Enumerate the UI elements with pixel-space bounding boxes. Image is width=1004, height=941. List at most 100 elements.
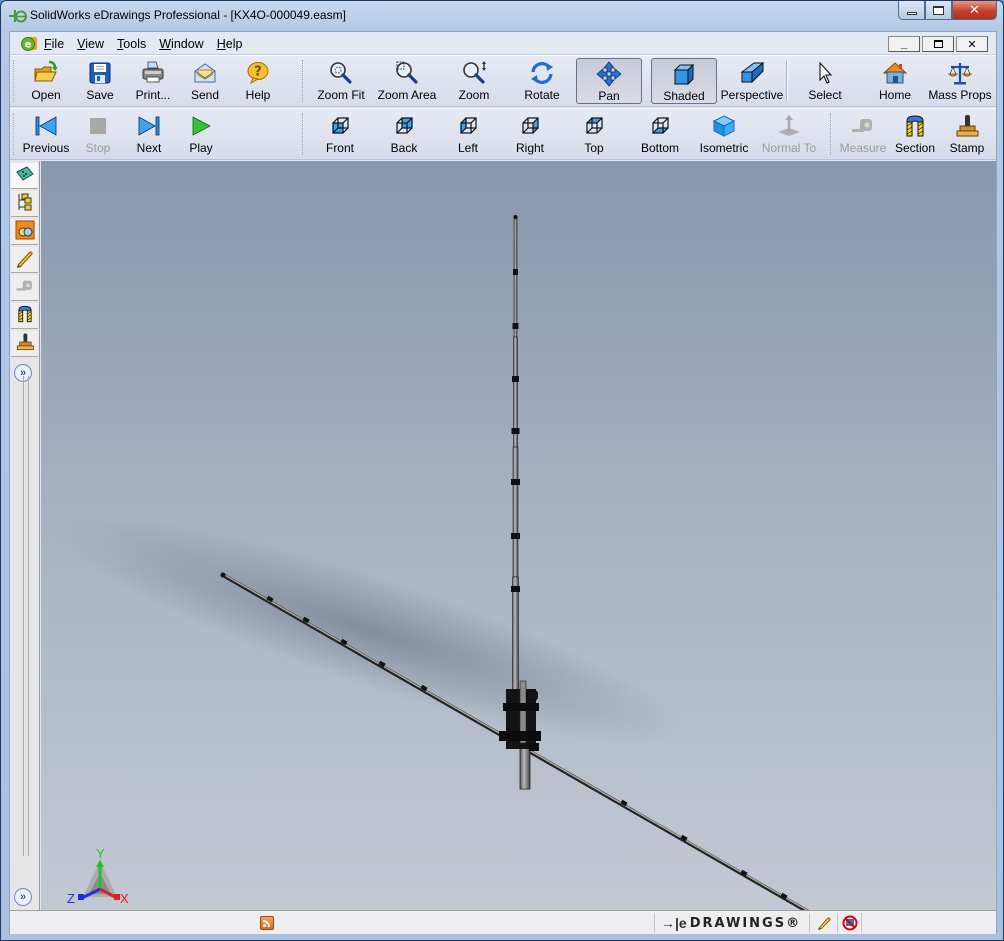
view-home-button[interactable]: Home: [867, 58, 923, 104]
toolbar-grip[interactable]: [302, 60, 305, 102]
toolbar-row-2: Previous Stop Next Play Front Back Left Rig…: [10, 108, 996, 160]
panel-tab-stamp[interactable]: [11, 331, 38, 357]
view-zoom-fit-button[interactable]: Zoom Fit: [310, 58, 372, 104]
tools-section-button[interactable]: Section: [890, 111, 940, 157]
file-open-button[interactable]: Open: [20, 58, 72, 104]
tool-label: Front: [325, 141, 354, 155]
file-print-button[interactable]: Print...: [128, 58, 178, 104]
view-zoom-button[interactable]: Zoom: [442, 58, 506, 104]
panel-tab-components-tree[interactable]: [11, 191, 38, 217]
play-icon: [188, 113, 214, 139]
doc-minimize-button[interactable]: _: [888, 36, 920, 52]
tool-label: Previous: [22, 141, 70, 155]
edrawings-logo-icon: [9, 10, 27, 23]
axis-triad: Y Z X: [67, 846, 129, 906]
panel-tab-section[interactable]: [11, 303, 38, 329]
select-cursor-icon: [812, 60, 838, 86]
previous-icon: [33, 113, 59, 139]
panel-tab-markup-pencil[interactable]: [11, 247, 38, 273]
panel-tab-model-tree[interactable]: [11, 163, 38, 189]
anim-previous-button[interactable]: Previous: [18, 111, 74, 157]
tool-label: Stamp: [949, 141, 985, 155]
view-pan-button[interactable]: Pan: [576, 58, 642, 104]
tool-label: Help: [245, 88, 271, 102]
view-isometric-icon: [711, 113, 737, 139]
orient-bottom-button[interactable]: Bottom: [630, 111, 690, 157]
tool-label: Bottom: [640, 141, 679, 155]
model-canvas[interactable]: Y Z X: [41, 161, 996, 911]
panel-splitter[interactable]: [23, 376, 29, 856]
view-front-icon: [327, 113, 353, 139]
menu-tools[interactable]: Tools: [117, 37, 154, 51]
anim-next-button[interactable]: Next: [124, 111, 174, 157]
stamp-icon: [15, 332, 35, 355]
view-rotate-button[interactable]: Rotate: [508, 58, 576, 104]
rss-feed-icon: [260, 916, 274, 930]
toolbar-grip[interactable]: [302, 113, 305, 155]
network-status-button[interactable]: [837, 913, 861, 933]
orient-back-button[interactable]: Back: [376, 111, 432, 157]
tool-label: Right: [515, 141, 544, 155]
view-shaded-button[interactable]: Shaded: [651, 58, 717, 104]
orient-left-button[interactable]: Left: [438, 111, 498, 157]
anim-play-button[interactable]: Play: [176, 111, 226, 157]
expand-panel-button-bottom[interactable]: »: [14, 888, 32, 906]
edrawings-arrow-icon: →|e: [661, 915, 687, 931]
menu-help[interactable]: Help: [217, 37, 251, 51]
menu-file[interactable]: File: [44, 37, 72, 51]
normal-to-icon: [776, 113, 802, 139]
file-send-button[interactable]: Send: [180, 58, 230, 104]
tool-label: Pan: [598, 89, 620, 103]
tools-stamp-button[interactable]: Stamp: [942, 111, 992, 157]
tool-label: Stop: [85, 141, 111, 155]
tool-label: Select: [808, 88, 842, 102]
orient-front-button[interactable]: Front: [310, 111, 370, 157]
close-icon: ✕: [969, 2, 980, 17]
view-zoom-area-button[interactable]: Zoom Area: [374, 58, 440, 104]
doc-restore-button[interactable]: [922, 36, 954, 52]
menu-view[interactable]: View: [77, 37, 112, 51]
window-close-button[interactable]: ✕: [952, 1, 997, 20]
window-maximize-button[interactable]: [925, 1, 952, 20]
panel-tab-configurations[interactable]: [11, 219, 38, 245]
orient-isometric-button[interactable]: Isometric: [696, 111, 752, 157]
view-select-button[interactable]: Select: [796, 58, 854, 104]
tool-label: Section: [894, 141, 936, 155]
title-bar[interactable]: SolidWorks eDrawings Professional - [KX4…: [1, 1, 1003, 31]
file-save-button[interactable]: Save: [76, 58, 124, 104]
toolbar-grip[interactable]: [830, 113, 833, 155]
svg-text:e: e: [25, 40, 32, 51]
tool-label: Measure: [839, 141, 887, 155]
toolbar-grip[interactable]: [13, 60, 16, 102]
panel-tab-measure-tape[interactable]: [11, 275, 38, 301]
orient-right-button[interactable]: Right: [500, 111, 560, 157]
toolbar-grip[interactable]: [13, 113, 16, 155]
rss-button[interactable]: [260, 913, 274, 933]
file-help-button[interactable]: ? Help: [232, 58, 284, 104]
window-title: SolidWorks eDrawings Professional - [KX4…: [30, 8, 346, 22]
doc-close-button[interactable]: ✕: [956, 36, 988, 52]
pan-icon: [596, 61, 622, 87]
anim-stop-button: Stop: [76, 111, 120, 157]
view-left-icon: [455, 113, 481, 139]
help-question-icon: ?: [245, 60, 271, 86]
view-right-icon: [517, 113, 543, 139]
app-window: SolidWorks eDrawings Professional - [KX4…: [0, 0, 1004, 941]
view-perspective-button[interactable]: Perspective: [716, 58, 788, 104]
axis-y-label: Y: [96, 846, 105, 861]
window-minimize-button[interactable]: [898, 1, 925, 20]
view-top-icon: [581, 113, 607, 139]
view-mass-props-button[interactable]: Mass Props: [926, 58, 994, 104]
tool-label: Next: [136, 141, 162, 155]
left-panel: » »: [10, 161, 40, 911]
3d-viewport[interactable]: Y Z X: [41, 161, 996, 911]
section-icon: [902, 113, 928, 139]
orient-top-button[interactable]: Top: [566, 111, 622, 157]
view-back-icon: [391, 113, 417, 139]
tool-label: Left: [457, 141, 478, 155]
menu-window[interactable]: Window: [159, 37, 211, 51]
tool-label: Play: [189, 141, 213, 155]
tool-label: Print...: [135, 88, 171, 102]
home-icon: [882, 60, 908, 86]
markup-status-button[interactable]: [809, 913, 837, 933]
